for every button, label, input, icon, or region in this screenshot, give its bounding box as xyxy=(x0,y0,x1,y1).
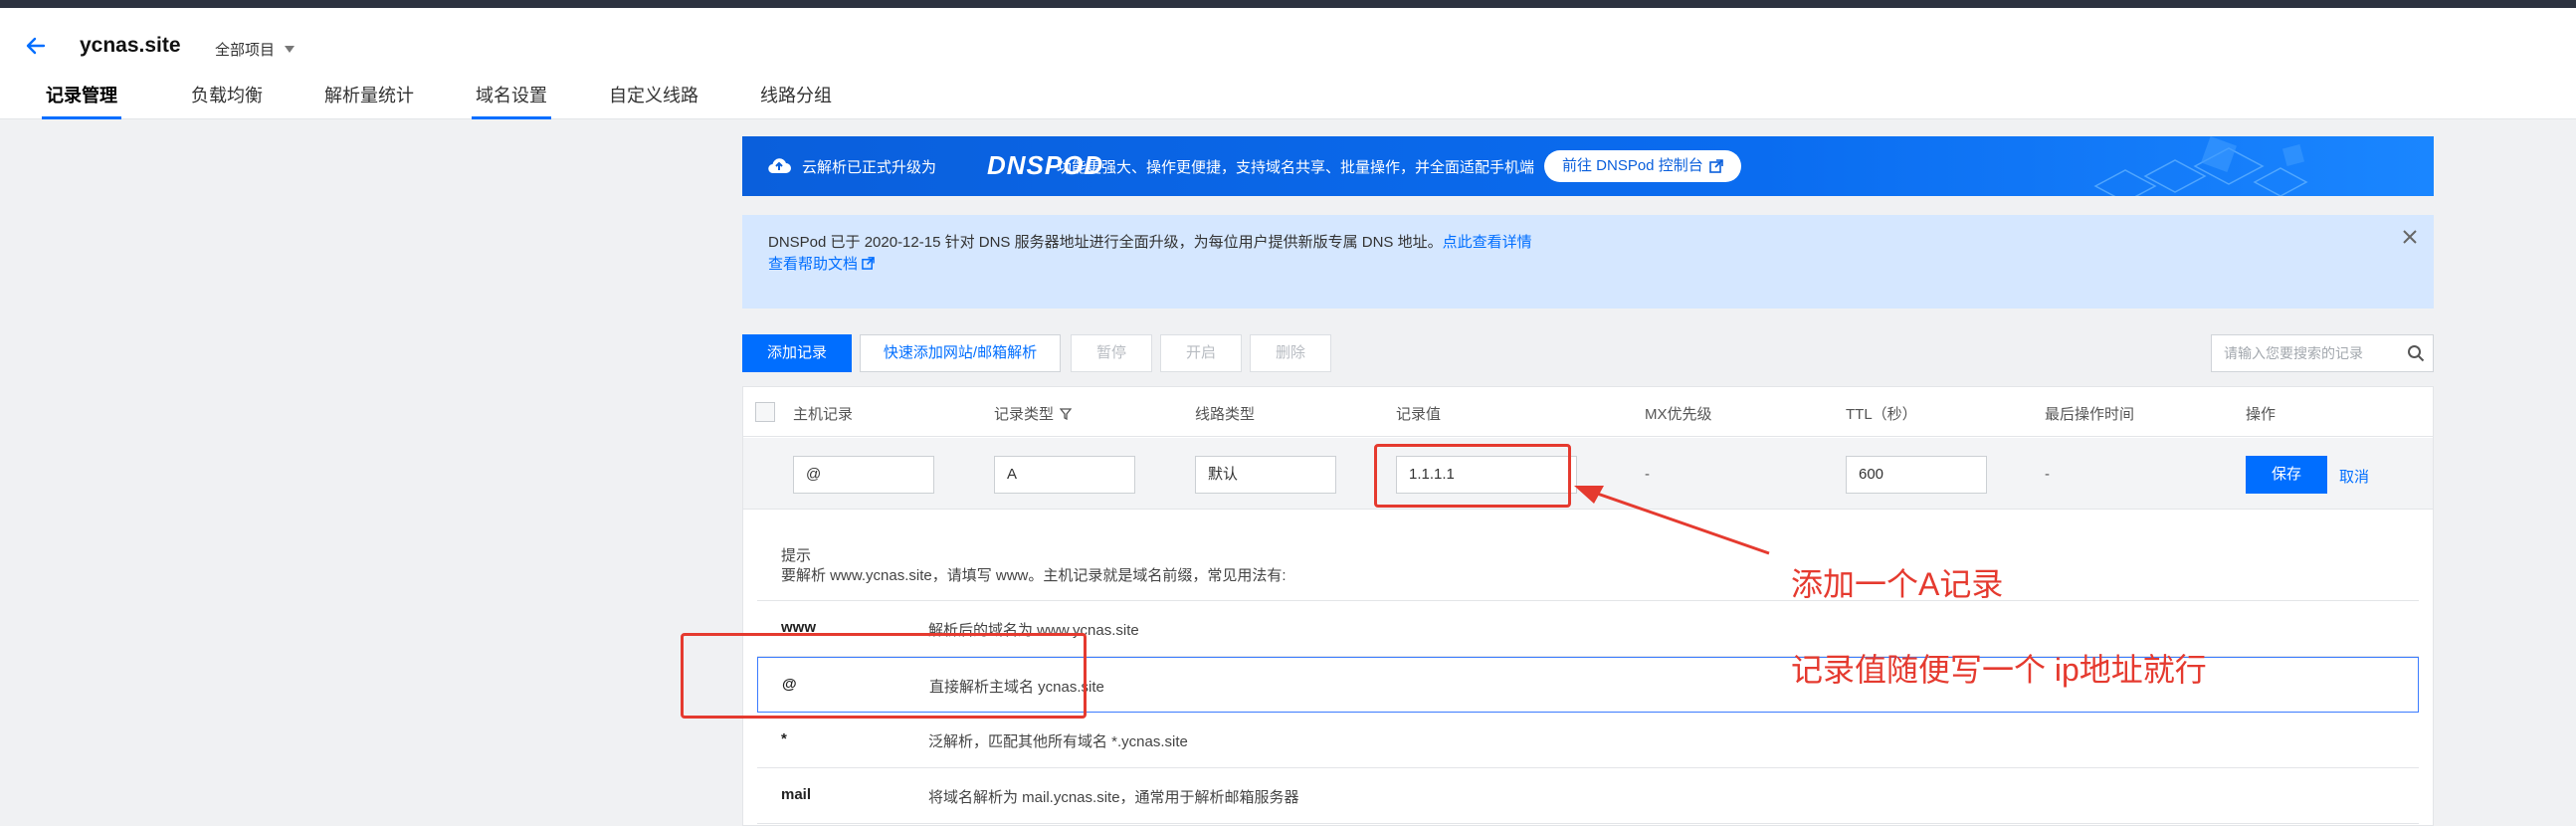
col-type-label: 记录类型 xyxy=(994,406,1055,423)
col-mx-label: MX优先级 xyxy=(1645,406,1712,423)
pause-button[interactable]: 暂停 xyxy=(1071,334,1152,372)
go-dnspod-console-label: 前往 DNSPod 控制台 xyxy=(1562,157,1703,174)
col-mx: MX优先级 xyxy=(1645,403,1712,424)
banner-description: 功能更强大、操作更便捷，支持域名共享、批量操作，并全面适配手机端 xyxy=(1057,159,1535,176)
col-ttl: TTL（秒） xyxy=(1846,403,1917,424)
site-title: ycnas.site xyxy=(80,34,181,57)
col-ttl-label: TTL（秒） xyxy=(1846,406,1917,423)
list-item-key: mail xyxy=(781,786,812,803)
col-host: 主机记录 xyxy=(793,403,853,424)
notice-text: DNSPod 已于 2020-12-15 针对 DNS 服务器地址进行全面升级，… xyxy=(768,234,1443,251)
tab-domain-settings[interactable]: 域名设置 xyxy=(472,76,551,119)
select-all-checkbox[interactable] xyxy=(755,402,775,422)
banner-decoration-graphic xyxy=(2093,136,2308,196)
top-dark-bar xyxy=(0,0,2576,8)
tab-line-groups[interactable]: 线路分组 xyxy=(760,76,832,119)
col-last-op: 最后操作时间 xyxy=(2045,403,2134,424)
col-value-label: 记录值 xyxy=(1396,406,1442,423)
cloud-upload-icon xyxy=(768,158,791,174)
delete-button[interactable]: 删除 xyxy=(1250,334,1331,372)
list-item-key: @ xyxy=(782,676,797,693)
quick-add-button[interactable]: 快速添加网站/邮箱解析 xyxy=(860,334,1061,372)
banner-text: 云解析已正式升级为 xyxy=(802,159,937,176)
host-usage-list: www 解析后的域名为 www.ycnas.site @ 直接解析主域名 ycn… xyxy=(757,600,2419,826)
type-select[interactable]: A xyxy=(994,456,1135,494)
close-icon[interactable] xyxy=(2400,227,2420,247)
col-actions-label: 操作 xyxy=(2246,406,2277,423)
dns-upgrade-notice: DNSPod 已于 2020-12-15 针对 DNS 服务器地址进行全面升级，… xyxy=(742,215,2434,309)
notice-text-line: DNSPod 已于 2020-12-15 针对 DNS 服务器地址进行全面升级，… xyxy=(768,231,1532,252)
col-line: 线路类型 xyxy=(1195,403,1255,424)
go-dnspod-console-button[interactable]: 前往 DNSPod 控制台 xyxy=(1544,150,1741,182)
last-op-value: - xyxy=(2045,466,2050,483)
notice-details-link[interactable]: 点此查看详情 xyxy=(1443,234,1532,251)
tab-load-balancing[interactable]: 负载均衡 xyxy=(191,76,263,119)
project-select-label: 全部项目 xyxy=(215,42,276,59)
cancel-link[interactable]: 取消 xyxy=(2339,466,2369,487)
col-value: 记录值 xyxy=(1396,403,1441,424)
annotation-value-hint: 记录值随便写一个 ip地址就行 xyxy=(1791,652,2207,688)
tab-bar: 记录管理 负载均衡 解析量统计 域名设置 自定义线路 线路分组 xyxy=(26,76,832,119)
line-select[interactable]: 默认 xyxy=(1195,456,1336,494)
help-doc-label: 查看帮助文档 xyxy=(768,256,859,273)
tip-description: 要解析 www.ycnas.site，请填写 www。主机记录就是域名前缀，常见… xyxy=(781,567,1287,584)
ttl-input[interactable]: 600 xyxy=(1846,456,1987,494)
enable-button[interactable]: 开启 xyxy=(1160,334,1242,372)
chevron-down-icon xyxy=(285,46,296,53)
tab-resolve-stats[interactable]: 解析量统计 xyxy=(324,76,414,119)
col-last-op-label: 最后操作时间 xyxy=(2045,406,2135,423)
records-table: 主机记录 记录类型 线路类型 记录值 MX优先级 TTL（秒） 最后操作时间 操… xyxy=(742,386,2434,826)
list-item-key: * xyxy=(781,730,787,747)
list-item-key: www xyxy=(781,619,817,636)
list-item-value: 直接解析主域名 ycnas.site xyxy=(929,679,1104,696)
add-record-button[interactable]: 添加记录 xyxy=(742,334,852,372)
back-arrow-icon[interactable] xyxy=(24,34,48,58)
record-search-input[interactable] xyxy=(2212,335,2401,371)
host-input[interactable]: @ xyxy=(793,456,934,494)
upgrade-banner: 云解析已正式升级为 DNSPOD 功能更强大、操作更便捷，支持域名共享、批量操作… xyxy=(742,136,2434,196)
external-link-icon xyxy=(1708,159,1723,173)
list-item-value: 解析后的域名为 www.ycnas.site xyxy=(928,622,1139,639)
help-doc-link[interactable]: 查看帮助文档 xyxy=(768,253,875,274)
annotation-arrow xyxy=(1574,486,1770,555)
annotation-add-a-record: 添加一个A记录 xyxy=(1791,566,2004,602)
tab-custom-lines[interactable]: 自定义线路 xyxy=(609,76,698,119)
list-item-value: 将域名解析为 mail.ycnas.site，通常用于解析邮箱服务器 xyxy=(928,789,1299,806)
col-host-label: 主机记录 xyxy=(793,406,854,423)
col-line-label: 线路类型 xyxy=(1195,406,1256,423)
value-input[interactable]: 1.1.1.1 xyxy=(1396,456,1577,494)
filter-icon[interactable] xyxy=(1060,407,1073,420)
table-header: 主机记录 记录类型 线路类型 记录值 MX优先级 TTL（秒） 最后操作时间 操… xyxy=(743,387,2433,437)
tab-record-management[interactable]: 记录管理 xyxy=(42,76,121,119)
save-button[interactable]: 保存 xyxy=(2246,456,2327,494)
col-type: 记录类型 xyxy=(994,403,1073,424)
page-header: ycnas.site 全部项目 记录管理 负载均衡 解析量统计 域名设置 自定义… xyxy=(0,8,2576,119)
tip-title: 提示 xyxy=(781,547,812,564)
external-link-icon xyxy=(862,257,875,270)
list-item: * 泛解析，匹配其他所有域名 *.ycnas.site xyxy=(757,713,2419,768)
project-select[interactable]: 全部项目 xyxy=(215,39,296,60)
list-item: mail 将域名解析为 mail.ycnas.site，通常用于解析邮箱服务器 xyxy=(757,768,2419,824)
list-item-value: 泛解析，匹配其他所有域名 *.ycnas.site xyxy=(928,733,1188,750)
col-actions: 操作 xyxy=(2246,403,2276,424)
record-search-box xyxy=(2211,334,2434,372)
search-icon[interactable] xyxy=(2407,344,2425,362)
